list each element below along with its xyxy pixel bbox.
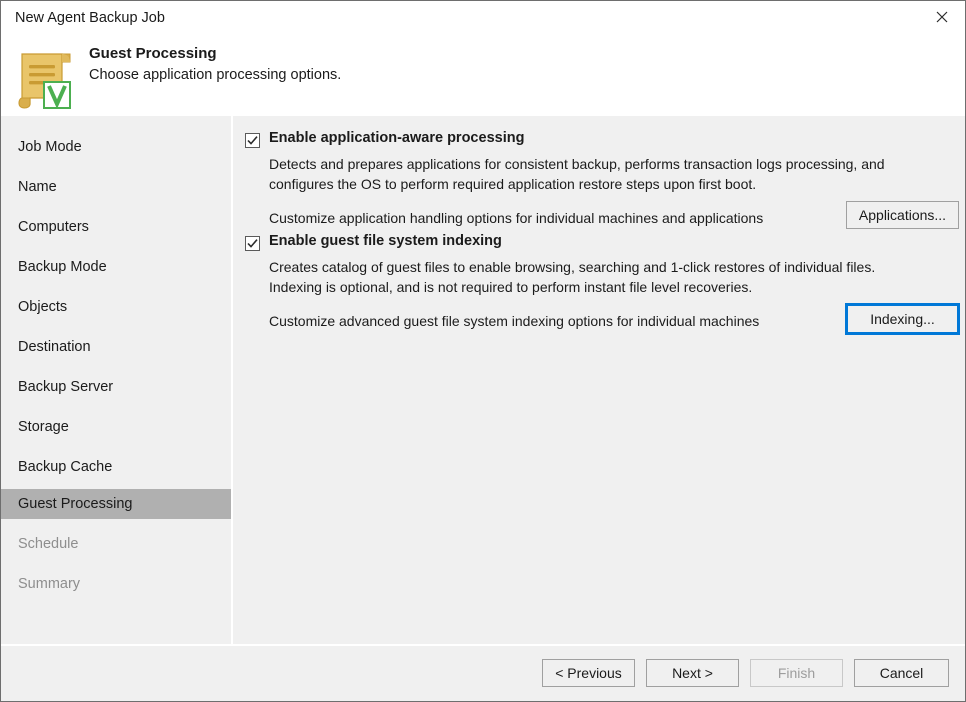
guest-indexing-description-line1: Creates catalog of guest files to enable… [269,259,876,275]
page-subtitle: Choose application processing options. [89,67,342,83]
title-bar: New Agent Backup Job [1,1,965,37]
application-aware-label[interactable]: Enable application-aware processing [269,130,524,146]
next-button[interactable]: Next > [646,659,739,687]
sidebar-item-destination[interactable]: Destination [1,332,231,362]
sidebar-item-job-mode[interactable]: Job Mode [1,132,231,162]
guest-indexing-option-header: Enable guest file system indexing [245,233,955,255]
sidebar-item-summary: Summary [18,576,81,592]
applications-button[interactable]: Applications... [846,201,959,229]
sidebar-item-objects[interactable]: Objects [1,292,231,322]
content-panel: Enable application-aware processing Dete… [233,116,965,644]
sidebar-item-backup-server[interactable]: Backup Server [1,372,231,402]
sidebar-item-backup-cache[interactable]: Backup Cache [1,452,231,482]
previous-button[interactable]: < Previous [542,659,635,687]
document-scroll-veeam-icon [18,53,71,109]
sidebar-item-guest-processing[interactable]: Guest Processing [1,489,231,519]
sidebar-item-storage[interactable]: Storage [1,412,231,442]
guest-indexing-checkbox[interactable] [245,236,260,251]
header-banner: Guest Processing Choose application proc… [1,37,965,116]
checkmark-icon [247,136,258,145]
guest-indexing-description-line2: Indexing is optional, and is not require… [269,279,753,295]
guest-indexing-customize-text: Customize advanced guest file system ind… [269,313,760,329]
application-aware-section: Enable application-aware processing Dete… [245,130,959,229]
dialog-footer: < Previous Next > Finish Cancel [1,646,965,701]
wizard-step-sidebar: Job Mode Name Computers Backup Mode Obje… [1,116,231,644]
application-aware-customize-text: Customize application handling options f… [269,210,764,226]
application-aware-description-line1: Detects and prepares applications for co… [269,156,885,172]
application-aware-description-line2: configures the OS to perform required ap… [269,176,757,192]
sidebar-item-schedule: Schedule [18,536,79,552]
window-title: New Agent Backup Job [15,10,165,26]
page-title: Guest Processing [89,45,217,62]
close-icon [936,11,948,23]
checkmark-icon [247,239,258,248]
indexing-button[interactable]: Indexing... [845,303,960,335]
sidebar-item-computers[interactable]: Computers [1,212,231,242]
cancel-button[interactable]: Cancel [854,659,949,687]
sidebar-item-backup-mode[interactable]: Backup Mode [1,252,231,282]
close-button[interactable] [919,1,965,33]
application-aware-checkbox[interactable] [245,133,260,148]
guest-indexing-label[interactable]: Enable guest file system indexing [269,233,502,249]
application-aware-option-header: Enable application-aware processing [245,130,955,152]
sidebar-item-name[interactable]: Name [1,172,231,202]
guest-indexing-section: Enable guest file system indexing Create… [245,233,960,335]
finish-button: Finish [750,659,843,687]
new-agent-backup-job-dialog: New Agent Backup Job Guest Processing Ch… [0,0,966,702]
